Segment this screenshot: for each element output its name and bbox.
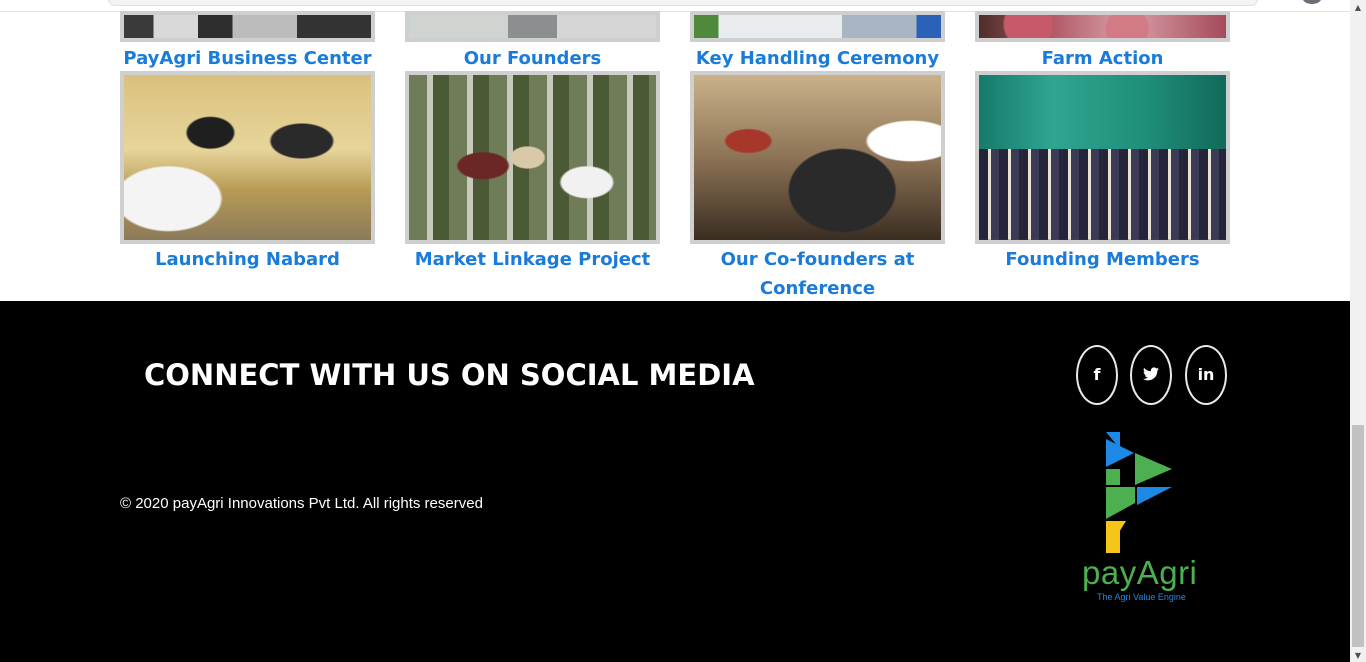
copyright-text: © 2020 payAgri Innovations Pvt Ltd. All …: [120, 495, 483, 512]
key-handling-photo[interactable]: [690, 11, 945, 42]
linkedin-button[interactable]: in: [1185, 345, 1227, 405]
founders-photo[interactable]: [405, 11, 660, 42]
founding-members-photo[interactable]: [975, 71, 1230, 244]
logo-tagline: The Agri Value Engine: [1097, 592, 1186, 602]
conference-photo[interactable]: [690, 71, 945, 244]
gallery-caption[interactable]: Launching Nabard: [120, 245, 375, 274]
scroll-down-icon[interactable]: ▼: [1350, 648, 1366, 662]
site-footer: CONNECT WITH US ON SOCIAL MEDIA f in © 2…: [0, 301, 1350, 662]
scrollbar-thumb[interactable]: [1352, 425, 1364, 647]
launching-nabard-photo[interactable]: [120, 71, 375, 244]
scroll-up-icon[interactable]: ▲: [1350, 0, 1366, 14]
twitter-icon: [1143, 366, 1159, 384]
market-linkage-photo[interactable]: [405, 71, 660, 244]
farm-action-photo[interactable]: [975, 11, 1230, 42]
logo-wordmark: payAgri: [1082, 554, 1198, 591]
gallery-caption[interactable]: Key Handling Ceremony: [690, 44, 945, 73]
gallery-caption[interactable]: Founding Members: [975, 245, 1230, 274]
photo-gallery: PayAgri Business Center Our Founders Key…: [0, 0, 1350, 301]
gallery-caption[interactable]: Farm Action: [975, 44, 1230, 73]
gallery-caption[interactable]: PayAgri Business Center: [120, 44, 375, 73]
business-center-photo[interactable]: [120, 11, 375, 42]
twitter-button[interactable]: [1130, 345, 1172, 405]
facebook-icon: f: [1093, 365, 1101, 384]
gallery-caption[interactable]: Our Co-founders at Conference: [690, 245, 945, 303]
facebook-button[interactable]: f: [1076, 345, 1118, 405]
social-heading: CONNECT WITH US ON SOCIAL MEDIA: [144, 358, 755, 392]
linkedin-icon: in: [1197, 365, 1215, 384]
gallery-caption[interactable]: Market Linkage Project: [405, 245, 660, 274]
gallery-caption[interactable]: Our Founders: [405, 44, 660, 73]
